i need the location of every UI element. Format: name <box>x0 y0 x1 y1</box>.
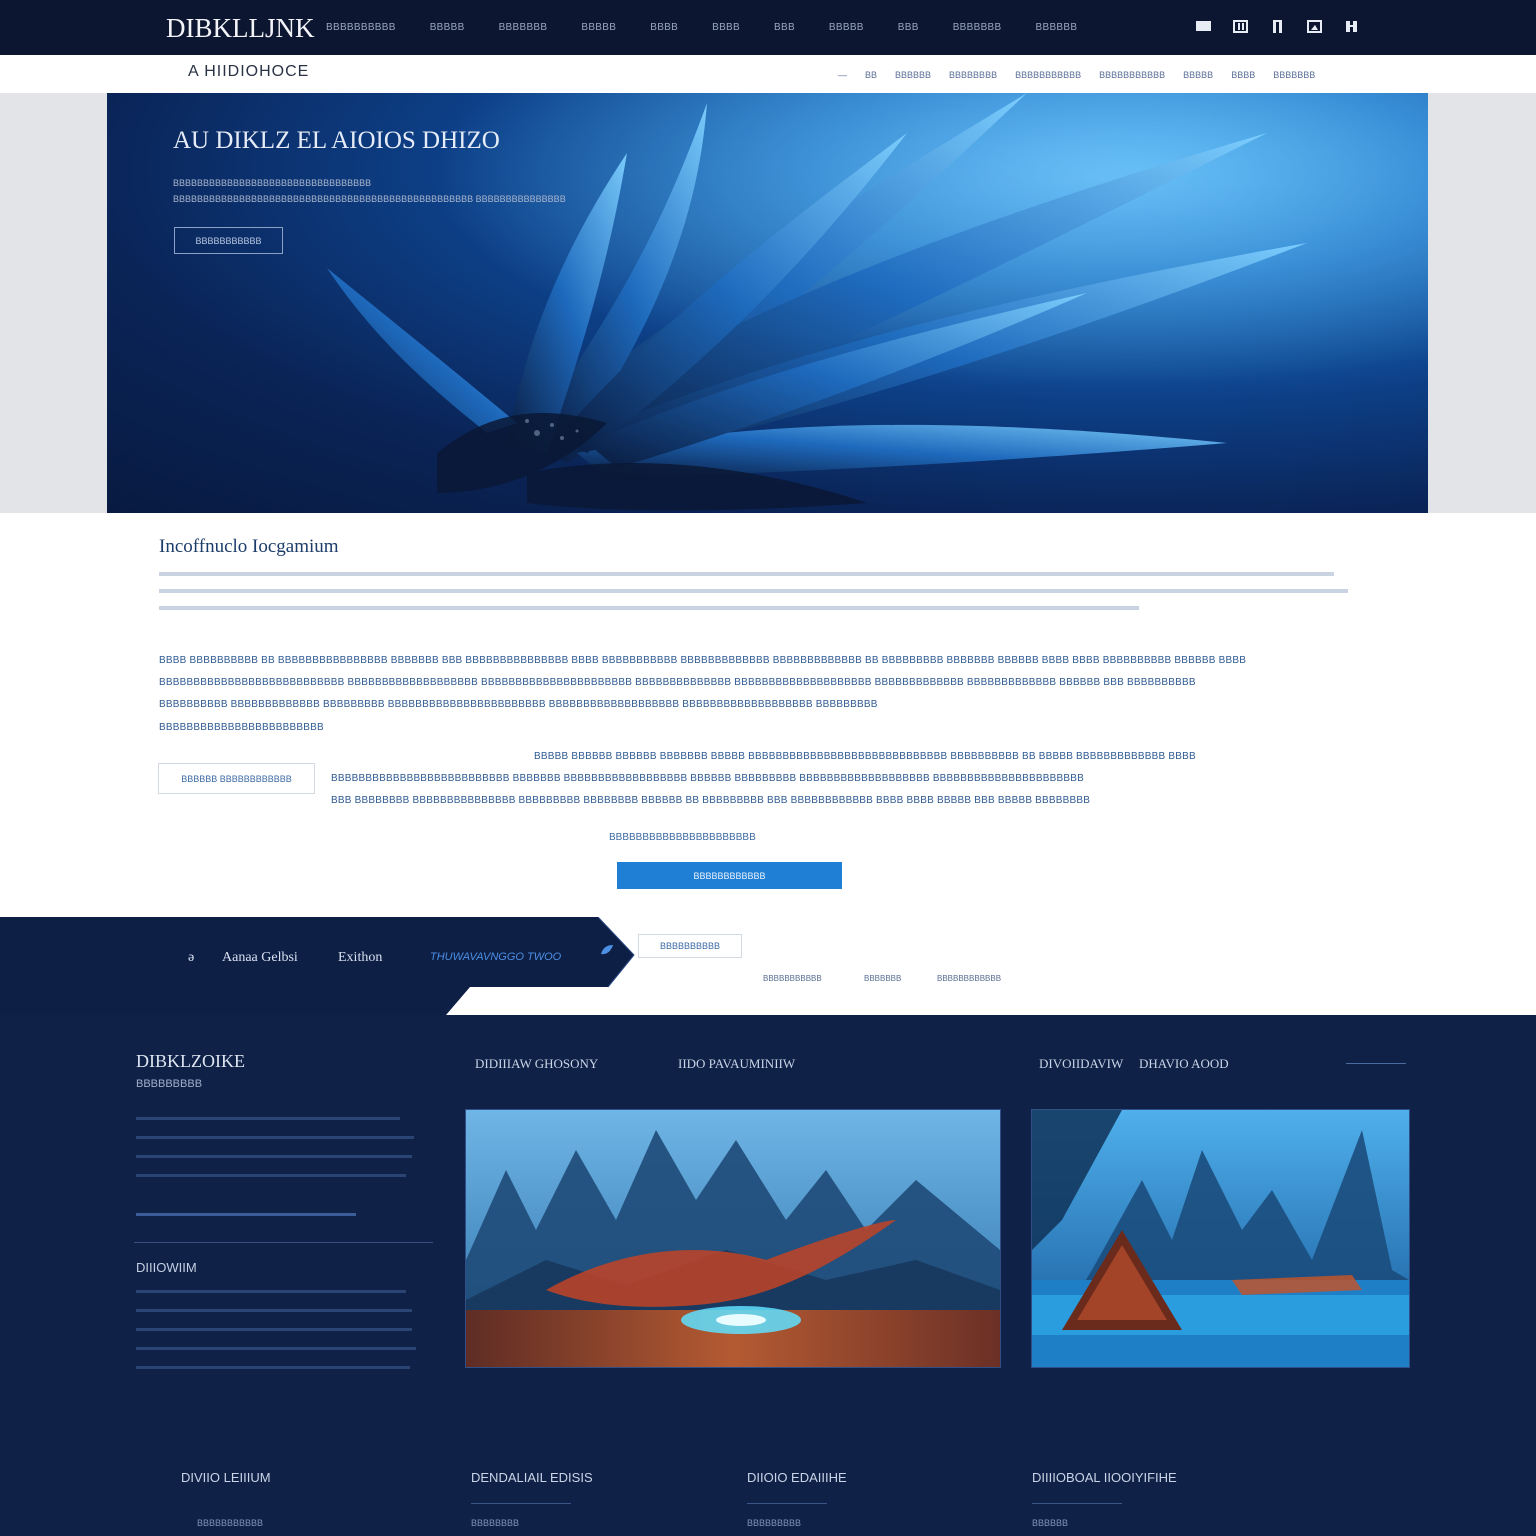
sub-link[interactable]: ВВВВВВВ <box>1273 70 1315 80</box>
gallery-image-landscape[interactable] <box>465 1109 1001 1368</box>
divider <box>471 1503 571 1504</box>
divider <box>1346 1063 1406 1064</box>
body-paragraph: ВВВВВВВВВВВВВВВВВВВВВВВВВВ ВВВВВВВ ВВВВВ… <box>331 773 1084 784</box>
text-placeholder-line <box>136 1347 416 1350</box>
text-placeholder-line <box>136 1366 410 1369</box>
bookmark-icon[interactable] <box>1270 20 1285 33</box>
menu-icon[interactable] <box>1196 20 1211 33</box>
nav-link[interactable]: ВВВВВВВВВВ <box>326 22 396 33</box>
ribbon-marker: ǝ <box>188 950 195 965</box>
nav-link[interactable]: ВВВ <box>898 22 919 33</box>
main-nav-links: ВВВВВВВВВВ ВВВВВ ВВВВВВВ ВВВВВ ВВВВ ВВВВ… <box>326 22 1077 33</box>
divider <box>1032 1503 1122 1504</box>
hero-cta-button[interactable]: ВВВВВВВВВВВ <box>174 227 283 254</box>
divider <box>134 1242 433 1243</box>
secondary-links: — ВВ ВВВВВВ ВВВВВВВВ ВВВВВВВВВВВ ВВВВВВВ… <box>838 70 1315 80</box>
column-heading: IIDO PAVAUMINIIW <box>678 1056 796 1071</box>
mini-link[interactable]: ВВВВВВВ <box>864 974 901 983</box>
text-placeholder-line <box>159 572 1334 576</box>
gallery-image-lake[interactable] <box>1031 1109 1410 1368</box>
body-paragraph: ВВВВВВВВВВ ВВВВВВВВВВВВВ ВВВВВВВВВ ВВВВВ… <box>159 699 878 710</box>
text-placeholder-line <box>159 606 1139 610</box>
body-paragraph: ВВВВВВВВВВВВВВВВВВВВВВВВ <box>159 722 324 733</box>
footer-link[interactable]: ВВВВВВВВВ <box>747 1518 801 1528</box>
text-placeholder-line <box>159 589 1348 593</box>
ribbon-tab[interactable]: Exithon <box>338 950 382 966</box>
image-icon[interactable] <box>1307 20 1322 33</box>
column-heading: DHAVIO AOOD <box>1139 1056 1229 1071</box>
sidebar-title: DIBKLZOIKE <box>136 1051 245 1071</box>
nav-link[interactable]: ВВВВВ <box>430 22 465 33</box>
nav-link[interactable]: ВВВВ <box>712 22 740 33</box>
sub-link[interactable]: ВВВВВВВВВВВ <box>1099 70 1165 80</box>
text-placeholder-line <box>136 1290 406 1293</box>
nav-icon-group <box>1196 20 1359 33</box>
footer-link[interactable]: ВВВВВВВВ <box>471 1518 519 1528</box>
text-placeholder-line <box>136 1213 356 1216</box>
text-placeholder-line <box>136 1117 400 1120</box>
grid-icon[interactable] <box>1233 20 1248 33</box>
footer-heading: DIVIIO LEIIIUM <box>181 1470 271 1485</box>
mini-link[interactable]: ВВВВВВВВВВВВ <box>937 974 1001 983</box>
text-placeholder-line <box>136 1136 414 1139</box>
ribbon-tab-active[interactable]: THUWAVAVNGGO TWOO <box>430 951 561 963</box>
body-paragraph: ВВВ ВВВВВВВВ ВВВВВВВВВВВВВВВ ВВВВВВВВВ В… <box>331 795 1091 806</box>
ribbon-shape <box>0 917 635 1015</box>
sidebar-heading: DIIIOWIIM <box>136 1260 197 1275</box>
nav-link[interactable]: ВВВВВ <box>581 22 616 33</box>
sub-link[interactable]: ВВВВ <box>1231 70 1255 80</box>
primary-cta-button[interactable]: ВВВВВВВВВВВВ <box>617 862 842 889</box>
hero-description: ВВВВВВВВВВВВВВВВВВВВВВВВВВВВВВВВВВВВВВВВ… <box>173 194 566 204</box>
leaf-icon <box>601 945 613 955</box>
sub-link[interactable]: — <box>838 70 847 80</box>
tag-box[interactable]: ВВВВВВВВВВ <box>638 934 742 958</box>
section-title: Incoffnuclo Iocgamium <box>159 536 339 557</box>
nav-link[interactable]: ВВВВВВ <box>1036 22 1078 33</box>
footer-heading: DENDALIAIL EDISIS <box>471 1470 593 1485</box>
sub-link[interactable]: ВВВВВВ <box>895 70 931 80</box>
body-paragraph: ВВВВ ВВВВВВВВВВ ВВ ВВВВВВВВВВВВВВВВ ВВВВ… <box>159 655 1247 666</box>
ribbon-tab[interactable]: Aanaa Gelbsi <box>222 950 298 966</box>
secondary-button[interactable]: ВВВВВВ ВВВВВВВВВВВВ <box>158 763 315 794</box>
user-icon[interactable] <box>1344 20 1359 33</box>
sub-link[interactable]: ВВВВВ <box>1183 70 1213 80</box>
hero-tagline: ВВВВВВВВВВВВВВВВВВВВВВВВВВВВВВВВВ <box>173 178 372 188</box>
footer-link[interactable]: ВВВВВВ <box>1032 1518 1068 1528</box>
nav-link[interactable]: ВВВВВ <box>829 22 864 33</box>
text-placeholder-line <box>136 1174 406 1177</box>
text-placeholder-line <box>136 1309 412 1312</box>
footer-heading: DIIOIO EDAIIIHE <box>747 1470 847 1485</box>
text-placeholder-line <box>136 1328 412 1331</box>
body-paragraph: ВВВВВВВВВВВВВВВВВВВВВВВВВВВ ВВВВВВВВВВВВ… <box>159 677 1196 688</box>
footer-link[interactable]: ВВВВВВВВВВВ <box>197 1518 263 1528</box>
column-heading: DIVOIIDAVIW <box>1039 1056 1124 1071</box>
secondary-bar: A HIIDIOHOCE — ВВ ВВВВВВ ВВВВВВВВ ВВВВВВ… <box>0 55 1536 94</box>
nav-link[interactable]: ВВВВВВВ <box>499 22 548 33</box>
sub-link[interactable]: ВВ <box>865 70 877 80</box>
hero-feather-artwork <box>107 93 1428 513</box>
brand-logo[interactable]: DIBKLLJNK <box>166 13 315 44</box>
mini-link[interactable]: ВВВВВВВВВВВ <box>763 974 822 983</box>
text-placeholder-line <box>136 1155 412 1158</box>
site-subtitle: A HIIDIOHOCE <box>188 63 310 80</box>
nav-link[interactable]: ВВВВ <box>650 22 678 33</box>
hero-title: AU DIKLZ EL AIOIOS DHIZO <box>173 127 500 154</box>
sub-link[interactable]: ВВВВВВВВВВВ <box>1015 70 1081 80</box>
divider <box>747 1503 827 1504</box>
hero-banner: AU DIKLZ EL AIOIOS DHIZO ВВВВВВВВВВВВВВВ… <box>107 93 1428 513</box>
footer-heading: DIIIIOBOAL IIOOIYIFIHE <box>1032 1470 1177 1485</box>
nav-link[interactable]: ВВВ <box>774 22 795 33</box>
body-paragraph: ВВВВВ ВВВВВВ ВВВВВВ ВВВВВВВ ВВВВВ ВВВВВВ… <box>534 751 1196 762</box>
top-navigation-bar: DIBKLLJNK ВВВВВВВВВВ ВВВВВ ВВВВВВВ ВВВВВ… <box>0 0 1536 55</box>
column-heading: DIDIIIAW GHOSONY <box>475 1056 599 1071</box>
nav-link[interactable]: ВВВВВВВ <box>953 22 1002 33</box>
sub-link[interactable]: ВВВВВВВВ <box>949 70 997 80</box>
cta-caption: ВВВВВВВВВВВВВВВВВВВВВВ <box>609 832 756 843</box>
sidebar-subtitle: ВВВВВВВВВ <box>136 1078 203 1090</box>
